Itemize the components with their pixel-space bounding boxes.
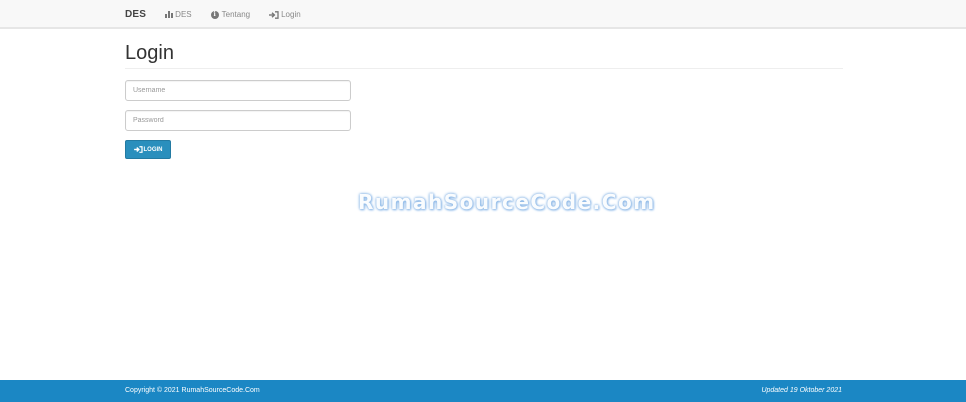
info-icon: i [210, 10, 219, 19]
nav-item-tentang[interactable]: i Tentang [210, 10, 251, 19]
nav-item-des[interactable]: DES [165, 10, 192, 19]
footer-updated: Updated 19 Oktober 2021 [761, 387, 842, 394]
nav-item-login-label: Login [281, 10, 301, 19]
sign-in-icon [269, 10, 279, 19]
bar-chart-icon [165, 11, 174, 18]
top-navbar: DES DES i Tentang Login [0, 0, 966, 29]
page-title: Login [125, 29, 843, 69]
watermark: RumahSourceCode.Com [358, 190, 656, 214]
navbar-inner: DES DES i Tentang Login [125, 0, 320, 29]
nav-item-tentang-label: Tentang [221, 10, 251, 19]
login-button-label: LOGIN [143, 146, 163, 153]
navbar-brand[interactable]: DES [125, 9, 146, 20]
main-container: Login [125, 29, 843, 69]
nav-item-des-label: DES [175, 10, 192, 19]
sign-in-icon [133, 146, 143, 153]
footer-copyright: Copyright © 2021 RumahSourceCode.Com [125, 387, 260, 394]
footer: Copyright © 2021 RumahSourceCode.Com Upd… [0, 380, 966, 402]
login-button[interactable]: LOGIN [125, 140, 171, 159]
password-input[interactable] [125, 110, 351, 131]
username-input[interactable] [125, 80, 351, 101]
nav-item-login[interactable]: Login [269, 10, 301, 19]
